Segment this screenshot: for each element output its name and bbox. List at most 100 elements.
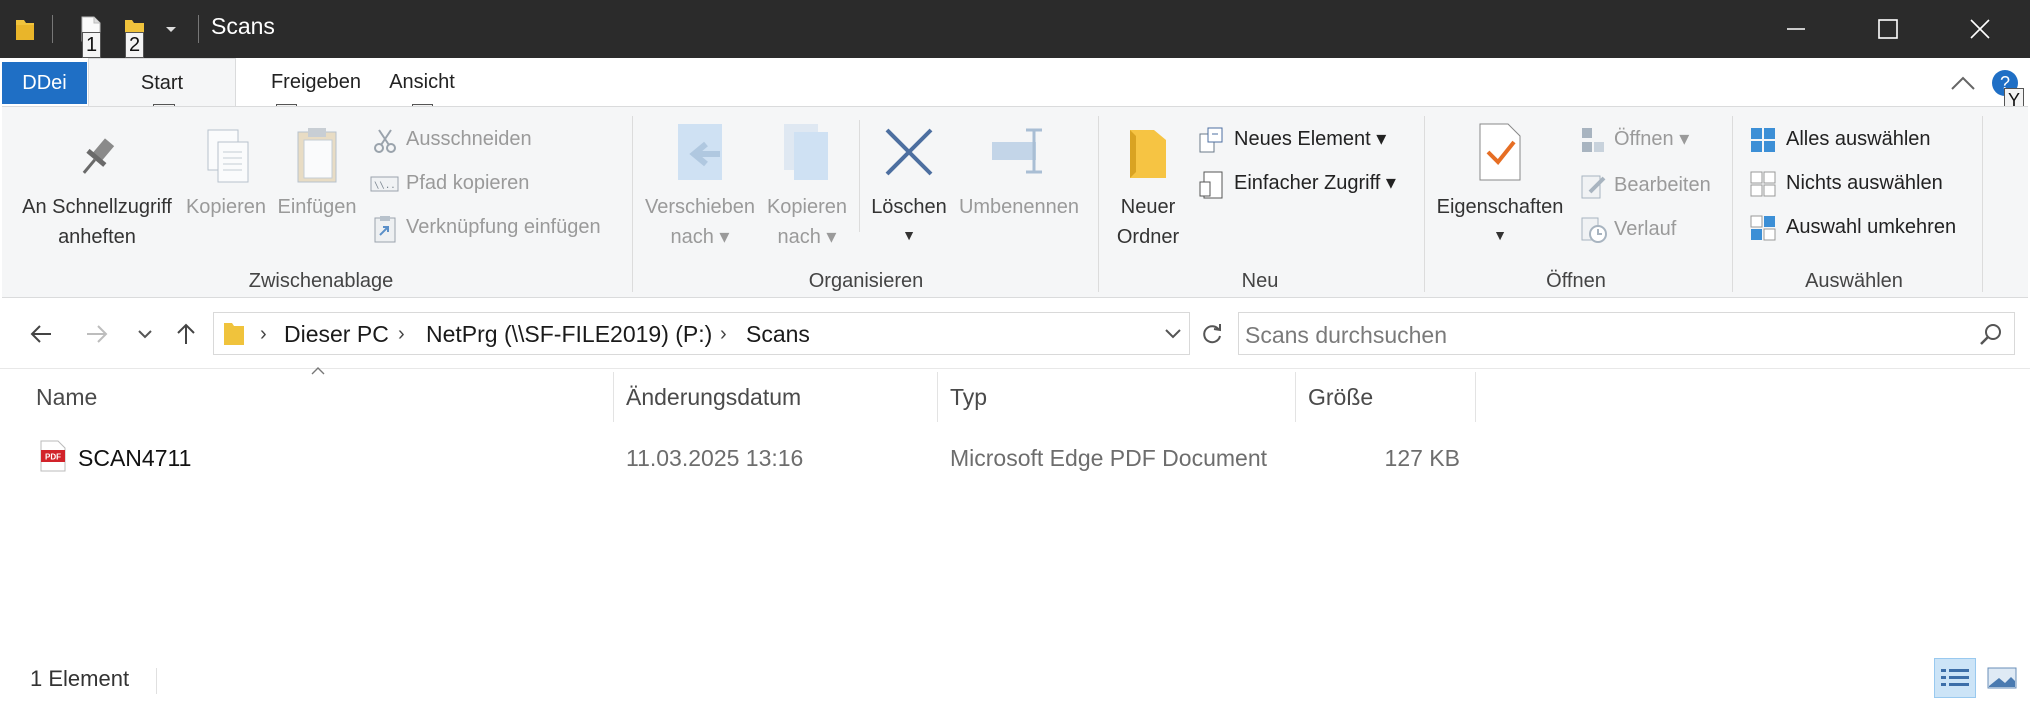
up-button[interactable]: [166, 312, 206, 355]
breadcrumb-separator-icon[interactable]: ›: [260, 323, 267, 346]
ribbon-separator: [632, 116, 633, 292]
group-select-label: Auswählen: [1805, 270, 1903, 292]
delete-label: Löschen: [871, 196, 947, 218]
copy-to-button[interactable]: Kopieren nach ▾: [762, 122, 852, 256]
select-none-button[interactable]: Nichts auswählen: [1748, 168, 1988, 200]
cut-button[interactable]: Ausschneiden: [368, 124, 628, 156]
tab-start[interactable]: Start: [88, 58, 236, 107]
edit-button[interactable]: Bearbeiten: [1578, 170, 1738, 202]
pdf-icon: PDF: [40, 440, 66, 472]
new-folder-label-line1: Neuer: [1120, 196, 1176, 218]
column-header-date[interactable]: Änderungsdatum: [626, 376, 801, 418]
customize-quick-access-icon[interactable]: [164, 24, 178, 34]
select-all-label: Alles auswählen: [1786, 128, 1931, 150]
details-view-button[interactable]: [1934, 658, 1976, 698]
ribbon-separator: [1982, 116, 1983, 292]
pin-quick-access-button[interactable]: An Schnellzugriff anheften: [12, 126, 182, 256]
new-item-label: Neues Element ▾: [1234, 128, 1387, 150]
new-folder-button[interactable]: Neuer Ordner: [1104, 122, 1192, 256]
group-clipboard-label: Zwischenablage: [248, 270, 394, 292]
item-count: 1 Element: [30, 666, 130, 691]
maximize-icon: [1878, 19, 1898, 39]
sort-ascending-icon: [310, 366, 326, 376]
recent-locations-button[interactable]: [130, 312, 160, 355]
forward-button[interactable]: [76, 312, 118, 355]
details-view-icon: [1941, 669, 1969, 686]
paste-button[interactable]: Einfügen: [270, 126, 364, 236]
paste-label: Einfügen: [277, 196, 357, 218]
file-name[interactable]: SCAN4711: [78, 442, 191, 474]
tab-start-label: Start: [140, 71, 184, 94]
cut-label: Ausschneiden: [406, 128, 532, 150]
column-separator[interactable]: [1295, 372, 1296, 422]
easy-access-button[interactable]: Einfacher Zugriff ▾: [1196, 168, 1426, 200]
paste-shortcut-button[interactable]: Verknüpfung einfügen: [368, 212, 628, 244]
refresh-button[interactable]: [1192, 312, 1232, 355]
tab-view[interactable]: Ansicht: [372, 58, 472, 106]
column-header-name[interactable]: Name: [36, 376, 97, 418]
rename-label: Umbenennen: [958, 196, 1080, 218]
copy-path-button[interactable]: \\.. Pfad kopieren: [368, 168, 628, 200]
select-all-button[interactable]: Alles auswählen: [1748, 124, 1988, 156]
paste-icon: [294, 126, 342, 186]
search-icon[interactable]: [1979, 323, 2003, 347]
paste-shortcut-icon: [372, 215, 398, 243]
copy-button[interactable]: Kopieren: [184, 126, 268, 236]
back-button[interactable]: [20, 312, 62, 355]
invert-selection-button[interactable]: Auswahl umkehren: [1748, 212, 1988, 244]
refresh-icon: [1203, 323, 1221, 343]
column-separator[interactable]: [937, 372, 938, 422]
copy-to-icon: [782, 122, 836, 184]
search-input[interactable]: Scans durchsuchen: [1245, 322, 1447, 349]
column-separator[interactable]: [613, 372, 614, 422]
close-button[interactable]: [1934, 0, 2026, 58]
file-date: 11.03.2025 13:16: [626, 445, 804, 471]
organize-inner-separator: [859, 120, 860, 232]
back-arrow-icon: [30, 324, 51, 343]
history-button[interactable]: Verlauf: [1578, 214, 1718, 246]
minimize-icon: [1787, 28, 1805, 30]
tab-share-label: Freigeben: [270, 70, 362, 93]
delete-x-icon: [883, 126, 935, 178]
ribbon-separator: [1424, 116, 1425, 292]
address-dropdown-icon[interactable]: [1164, 327, 1182, 341]
group-new-label: Neu: [1241, 270, 1279, 292]
open-label: Öffnen ▾: [1614, 128, 1690, 150]
move-to-button[interactable]: Verschieben nach ▾: [640, 122, 760, 256]
breadcrumb-scans[interactable]: Scans: [746, 321, 810, 348]
rename-button[interactable]: Umbenennen: [954, 122, 1084, 232]
tab-file[interactable]: DDei: [2, 62, 87, 104]
status-bar: 1 Element: [0, 658, 2030, 701]
properties-dropdown-icon[interactable]: ▼: [1430, 220, 1570, 250]
svg-text:\\..: \\..: [374, 181, 396, 191]
address-bar[interactable]: › Dieser PC › NetPrg (\\SF-FILE2019) (P:…: [213, 312, 1190, 355]
maximize-button[interactable]: [1842, 0, 1934, 58]
breadcrumb-separator-icon[interactable]: ›: [398, 323, 405, 346]
copy-to-label-line2: nach ▾: [777, 226, 837, 248]
move-to-label-line1: Verschieben: [644, 196, 756, 218]
edit-icon: [1580, 172, 1608, 200]
open-button[interactable]: Öffnen ▾: [1578, 124, 1718, 156]
column-header-type[interactable]: Typ: [950, 376, 987, 418]
delete-dropdown-icon[interactable]: ▼: [866, 220, 952, 250]
file-type: Microsoft Edge PDF Document: [950, 445, 1268, 471]
breadcrumb-separator-icon[interactable]: ›: [720, 323, 727, 346]
column-header-size[interactable]: Größe: [1308, 376, 1373, 418]
scissors-icon: [372, 128, 398, 154]
breadcrumb-this-pc[interactable]: Dieser PC: [284, 321, 389, 348]
large-icons-view-button[interactable]: [1982, 658, 2022, 698]
collapse-ribbon-icon[interactable]: [1950, 74, 1976, 92]
new-item-button[interactable]: Neues Element ▾: [1196, 124, 1426, 156]
properties-button[interactable]: Eigenschaften ▼: [1430, 122, 1570, 256]
select-none-icon: [1750, 171, 1776, 197]
up-arrow-icon: [177, 323, 195, 344]
search-box[interactable]: Scans durchsuchen: [1238, 312, 2015, 355]
pin-icon: [76, 134, 120, 180]
ribbon-separator: [1098, 116, 1099, 292]
move-to-label-line2: nach ▾: [670, 226, 730, 248]
breadcrumb-netprg[interactable]: NetPrg (\\SF-FILE2019) (P:): [426, 321, 712, 348]
column-separator[interactable]: [1475, 372, 1476, 422]
delete-button[interactable]: Löschen ▼: [866, 122, 952, 256]
minimize-button[interactable]: [1750, 0, 1842, 58]
invert-selection-icon: [1750, 215, 1776, 241]
